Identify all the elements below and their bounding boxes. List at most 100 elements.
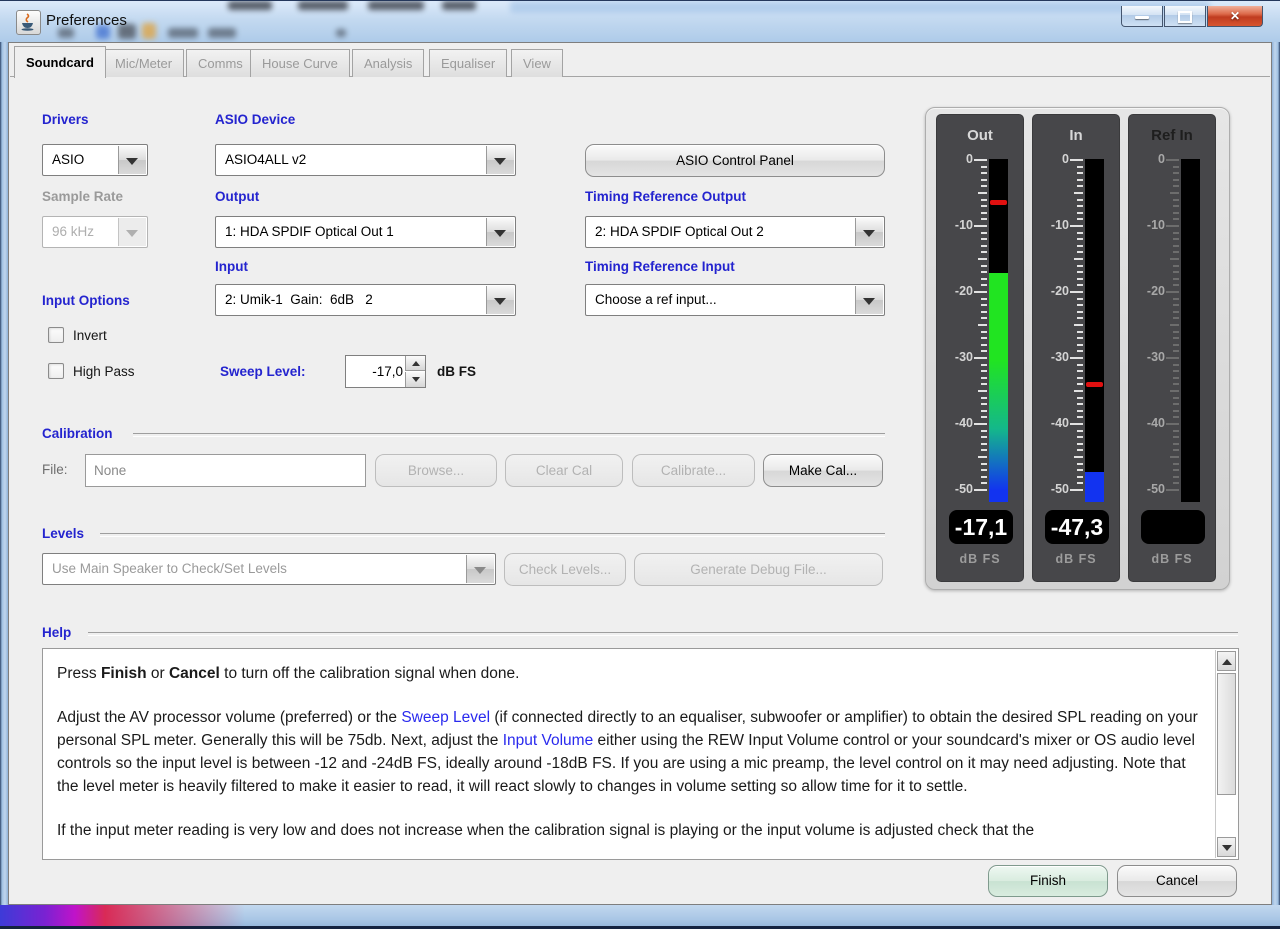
asio-device-label: ASIO Device [215,112,296,127]
meter-unit-label: dB FS [959,552,1001,566]
output-combo[interactable]: 1: HDA SPDIF Optical Out 1 [215,216,516,248]
meter-title: Ref In [1151,127,1193,144]
meter-scale-label: -40 [954,416,973,430]
make-cal-button[interactable]: Make Cal... [763,454,883,487]
generate-debug-button: Generate Debug File... [634,553,883,586]
help-divider [88,632,1238,636]
help-text: Press Finish or Cancel to turn off the c… [57,665,1198,839]
tab-view: View [511,49,563,77]
calibration-header: Calibration [42,426,113,441]
scrollbar-down-button[interactable] [1217,837,1236,857]
meter-scale-label: -20 [1050,284,1069,298]
meter-value-display: -17,1 [949,510,1013,544]
tab-analysis: Analysis [352,49,425,77]
sample-rate-combo: 96 kHz [42,216,148,248]
help-scrollbar[interactable] [1215,650,1237,858]
asio-control-panel-button[interactable]: ASIO Control Panel [585,144,885,177]
meter-ref-in: Ref In 0 -10 -20 -30 -40 -50 dB FS [1128,114,1216,582]
meter-peak-marker [1086,382,1103,388]
meter-scale-label: -50 [1146,482,1165,496]
meter-title: In [1069,127,1083,144]
meter-value-display [1141,510,1205,544]
meter-scale-label: -10 [1050,218,1069,232]
meter-peak-marker [990,200,1007,206]
minimize-button[interactable] [1121,6,1163,27]
cancel-button[interactable]: Cancel [1117,865,1237,897]
scrollbar-up-button[interactable] [1217,651,1236,671]
meter-scale-label: -40 [1050,416,1069,430]
sweep-level-unit-label: dB FS [437,364,476,379]
spinner-down-icon[interactable] [405,372,425,387]
cal-file-field[interactable]: None [85,454,366,487]
minimize-icon [1135,16,1149,19]
meter-well [1181,159,1200,502]
help-link[interactable]: Sweep Level [401,709,490,726]
chevron-down-icon[interactable] [118,146,146,174]
meter-title: Out [967,127,993,144]
chevron-down-icon[interactable] [486,218,514,246]
titlebar[interactable]: Preferences [0,0,1280,42]
window-border-right [1272,42,1280,905]
tab-house-curve: House Curve [250,49,350,77]
high-pass-checkbox[interactable] [48,363,64,379]
scrollbar-thumb[interactable] [1217,673,1236,795]
chevron-down-icon[interactable] [855,286,883,314]
timing-reference-output-label: Timing Reference Output [585,189,747,204]
levels-selector-combo: Use Main Speaker to Check/Set Levels [42,553,496,585]
sweep-level-spinner[interactable]: -17,0 [345,355,426,388]
window-border-bottom [0,905,1280,929]
close-icon: ✕ [1229,9,1241,23]
meter-scale-label: -30 [1146,350,1165,364]
window-border-left [0,42,8,905]
maximize-icon [1178,11,1192,23]
clear-cal-button: Clear Cal [505,454,623,487]
sample-rate-label: Sample Rate [42,189,124,204]
spinner-up-icon[interactable] [405,356,425,371]
meter-unit-label: dB FS [1055,552,1097,566]
level-meters-panel: Out 0 -10 -20 -30 -40 -50 -17,1 dB FS In 0 -10 -20 -3… [925,107,1230,590]
meter-scale-label: -30 [1050,350,1069,364]
drivers-label: Drivers [42,112,89,127]
help-link[interactable]: Input Volume [503,732,593,749]
meter-scale-label: 0 [966,152,973,166]
meter-scale-label: -40 [1146,416,1165,430]
chevron-down-icon[interactable] [486,146,514,174]
cal-file-label: File: [42,462,68,477]
calibrate-button: Calibrate... [632,454,755,487]
tab-soundcard[interactable]: Soundcard [14,46,106,78]
drivers-combo[interactable]: ASIO [42,144,148,176]
meter-scale-label: -30 [954,350,973,364]
java-app-icon [16,10,41,35]
meter-scale-label: -50 [1050,482,1069,496]
meter-scale-label: -20 [954,284,973,298]
window-title: Preferences [46,12,127,29]
chevron-down-icon [466,555,494,583]
tab-mic-meter: Mic/Meter [103,49,185,77]
timing-reference-input-combo[interactable]: Choose a ref input... [585,284,885,316]
meter-scale-label: -50 [954,482,973,496]
meter-unit-label: dB FS [1151,552,1193,566]
timing-reference-output-combo[interactable]: 2: HDA SPDIF Optical Out 2 [585,216,885,248]
help-header: Help [42,625,72,640]
timing-reference-input-label: Timing Reference Input [585,259,735,274]
meter-out: Out 0 -10 -20 -30 -40 -50 -17,1 dB FS [936,114,1024,582]
chevron-down-icon[interactable] [855,218,883,246]
chevron-down-icon [118,218,146,246]
meter-scale-label: -20 [1146,284,1165,298]
tab-comms: Comms [186,49,255,77]
levels-header: Levels [42,526,85,541]
sweep-level-label: Sweep Level: [220,364,306,379]
close-button[interactable]: ✕ [1207,6,1263,27]
output-label: Output [215,189,260,204]
maximize-button[interactable] [1164,6,1206,27]
meter-well [1085,159,1104,502]
calibration-divider [133,433,885,437]
chevron-down-icon[interactable] [486,286,514,314]
asio-device-combo[interactable]: ASIO4ALL v2 [215,144,516,176]
invert-checkbox[interactable] [48,327,64,343]
meter-value-display: -47,3 [1045,510,1109,544]
input-combo[interactable]: 2: Umik-1 Gain: 6dB 2 [215,284,516,316]
meter-scale-label: 0 [1158,152,1165,166]
levels-divider [100,533,885,537]
finish-button[interactable]: Finish [988,865,1108,897]
